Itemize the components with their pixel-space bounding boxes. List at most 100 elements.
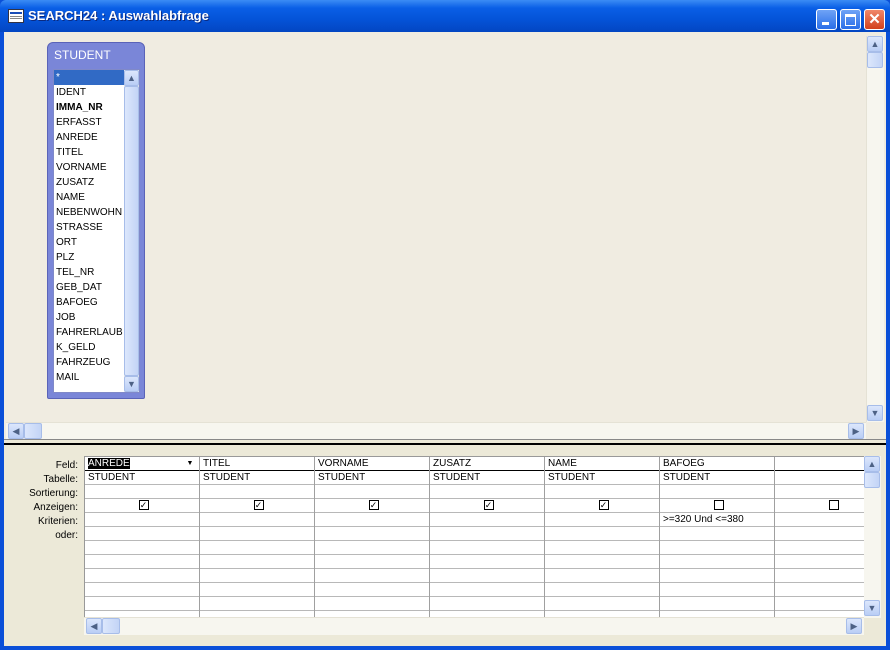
show-checkbox[interactable]: ✓ [138, 500, 149, 510]
grid-cell-empty[interactable] [315, 583, 429, 597]
grid-cell-or[interactable] [660, 527, 774, 541]
grid-horizontal-scrollbar[interactable]: ◀ ▶ [84, 617, 864, 635]
grid-cell-empty[interactable] [315, 541, 429, 555]
scroll-left-icon[interactable]: ◀ [8, 423, 24, 439]
scroll-thumb[interactable] [867, 52, 883, 68]
dropdown-arrow-icon[interactable]: ▼ [184, 458, 196, 469]
grid-cell-empty[interactable] [660, 569, 774, 583]
grid-cell-empty[interactable] [85, 583, 199, 597]
grid-cell-sort[interactable] [200, 485, 314, 499]
grid-cell-empty[interactable] [315, 569, 429, 583]
scroll-thumb[interactable] [102, 618, 120, 634]
grid-cell-empty[interactable] [200, 597, 314, 611]
scroll-right-icon[interactable]: ▶ [846, 618, 862, 634]
scroll-down-icon[interactable]: ▼ [867, 405, 883, 421]
grid-cell-empty[interactable] [85, 569, 199, 583]
grid-cell-or[interactable] [775, 527, 865, 541]
grid-cell-empty[interactable] [775, 541, 865, 555]
scroll-down-icon[interactable]: ▼ [864, 600, 880, 616]
show-checkbox[interactable] [713, 500, 724, 510]
grid-column[interactable] [775, 457, 865, 617]
grid-cell-show[interactable]: ✓ [200, 499, 314, 513]
grid-cell-empty[interactable] [85, 597, 199, 611]
grid-cell-empty[interactable] [775, 569, 865, 583]
grid-cell-criteria[interactable]: >=320 Und <=380 [660, 513, 774, 527]
show-checkbox[interactable]: ✓ [368, 500, 379, 510]
grid-column[interactable]: VORNAME STUDENT ✓ [315, 457, 430, 617]
grid-cell-empty[interactable] [660, 555, 774, 569]
show-checkbox[interactable]: ✓ [253, 500, 264, 510]
grid-cell-sort[interactable] [545, 485, 659, 499]
grid-cell-or[interactable] [545, 527, 659, 541]
scroll-up-icon[interactable]: ▲ [864, 456, 880, 472]
field-list-student[interactable]: STUDENT * IDENT IMMA_NR ERFASST ANREDE TITEL V… [47, 42, 145, 399]
grid-cell-empty[interactable] [775, 597, 865, 611]
maximize-button[interactable] [840, 9, 861, 30]
grid-cell-criteria[interactable] [775, 513, 865, 527]
scroll-up-icon[interactable]: ▲ [124, 70, 139, 86]
scroll-thumb[interactable] [24, 423, 42, 439]
grid-cell-criteria[interactable] [315, 513, 429, 527]
grid-cell-or[interactable] [85, 527, 199, 541]
grid-cell-table[interactable]: STUDENT [660, 471, 774, 485]
grid-cell-table[interactable]: STUDENT [85, 471, 199, 485]
grid-cell-sort[interactable] [315, 485, 429, 499]
grid-cell-empty[interactable] [315, 597, 429, 611]
grid-cell-show[interactable] [775, 499, 865, 513]
grid-cell-field[interactable]: ZUSATZ [430, 457, 544, 471]
query-design-grid[interactable]: ANREDE ▼ STUDENT ✓ TITEL STUDENT ✓ VORNAME STUDE… [84, 456, 866, 618]
grid-column[interactable]: TITEL STUDENT ✓ [200, 457, 315, 617]
grid-cell-empty[interactable] [430, 555, 544, 569]
scroll-left-icon[interactable]: ◀ [86, 618, 102, 634]
grid-cell-field[interactable]: ANREDE ▼ [85, 457, 199, 471]
table-pane-vertical-scrollbar[interactable]: ▲ ▼ [866, 36, 884, 422]
show-checkbox[interactable]: ✓ [483, 500, 494, 510]
field-list-box[interactable]: * IDENT IMMA_NR ERFASST ANREDE TITEL VORNAME ZU… [53, 69, 140, 393]
grid-cell-sort[interactable] [430, 485, 544, 499]
grid-cell-table[interactable] [775, 471, 865, 485]
grid-cell-criteria[interactable] [430, 513, 544, 527]
grid-cell-field[interactable]: NAME [545, 457, 659, 471]
grid-cell-or[interactable] [315, 527, 429, 541]
grid-column[interactable]: BAFOEG STUDENT >=320 Und <=380 [660, 457, 775, 617]
field-list-scrollbar[interactable]: ▲ ▼ [124, 70, 139, 392]
grid-cell-show[interactable]: ✓ [545, 499, 659, 513]
table-pane[interactable]: STUDENT * IDENT IMMA_NR ERFASST ANREDE TITEL V… [4, 32, 886, 440]
grid-cell-empty[interactable] [85, 555, 199, 569]
grid-cell-empty[interactable] [430, 583, 544, 597]
grid-cell-empty[interactable] [775, 555, 865, 569]
grid-cell-table[interactable]: STUDENT [430, 471, 544, 485]
grid-cell-criteria[interactable] [545, 513, 659, 527]
grid-column[interactable]: NAME STUDENT ✓ [545, 457, 660, 617]
grid-cell-empty[interactable] [545, 555, 659, 569]
show-checkbox[interactable] [828, 500, 839, 510]
grid-cell-empty[interactable] [545, 569, 659, 583]
grid-cell-empty[interactable] [430, 569, 544, 583]
scroll-right-icon[interactable]: ▶ [848, 423, 864, 439]
grid-cell-field[interactable]: BAFOEG [660, 457, 774, 471]
table-pane-horizontal-scrollbar[interactable]: ◀ ▶ [6, 422, 866, 440]
grid-cell-empty[interactable] [200, 541, 314, 555]
grid-cell-field[interactable] [775, 457, 865, 471]
grid-cell-show[interactable]: ✓ [315, 499, 429, 513]
show-checkbox[interactable]: ✓ [598, 500, 609, 510]
grid-cell-empty[interactable] [200, 583, 314, 597]
title-bar[interactable]: SEARCH24 : Auswahlabfrage ✕ [0, 0, 890, 32]
grid-cell-empty[interactable] [660, 541, 774, 555]
scroll-thumb[interactable] [124, 86, 139, 376]
grid-cell-empty[interactable] [200, 569, 314, 583]
grid-cell-show[interactable] [660, 499, 774, 513]
grid-cell-field[interactable]: TITEL [200, 457, 314, 471]
grid-cell-or[interactable] [200, 527, 314, 541]
grid-cell-empty[interactable] [660, 583, 774, 597]
grid-cell-table[interactable]: STUDENT [200, 471, 314, 485]
grid-cell-empty[interactable] [545, 583, 659, 597]
grid-cell-field[interactable]: VORNAME [315, 457, 429, 471]
scroll-up-icon[interactable]: ▲ [867, 36, 883, 52]
grid-cell-sort[interactable] [775, 485, 865, 499]
close-button[interactable]: ✕ [864, 9, 885, 30]
grid-cell-empty[interactable] [85, 541, 199, 555]
grid-cell-empty[interactable] [660, 597, 774, 611]
grid-cell-show[interactable]: ✓ [430, 499, 544, 513]
grid-cell-empty[interactable] [545, 597, 659, 611]
